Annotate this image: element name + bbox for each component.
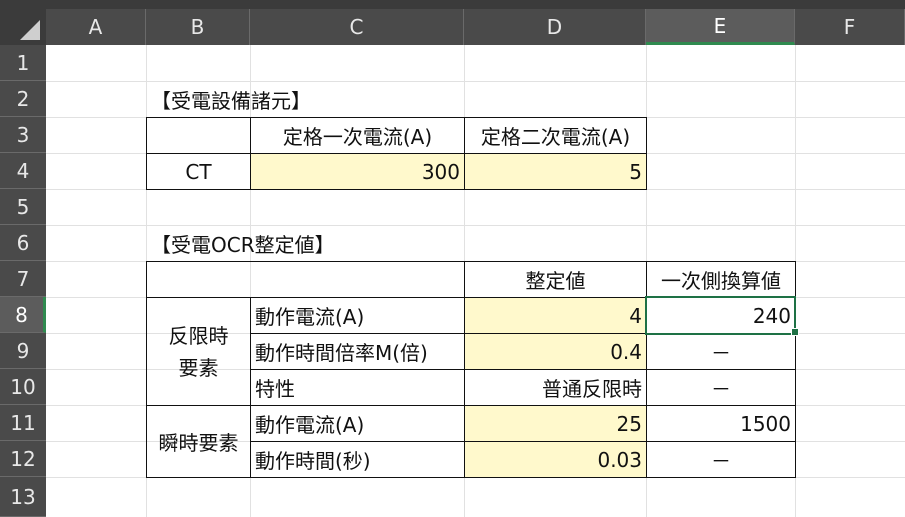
select-all-corner[interactable] (0, 9, 46, 45)
row-header-7[interactable]: 7 (0, 261, 46, 297)
row-header-13[interactable]: 13 (0, 477, 46, 517)
ocr-row-converted[interactable]: － (646, 369, 796, 406)
group-instantaneous[interactable]: 瞬時要素 (146, 405, 251, 478)
column-header-d[interactable]: D (464, 9, 646, 45)
ct-secondary-value[interactable]: 5 (464, 153, 647, 190)
ocr-row-label[interactable]: 動作時間倍率M(倍) (250, 333, 465, 370)
row-header-6[interactable]: 6 (0, 225, 46, 261)
row-header-2[interactable]: 2 (0, 81, 46, 117)
row-header-3[interactable]: 3 (0, 117, 46, 153)
ocr-header-setting[interactable]: 整定値 (464, 261, 647, 298)
ocr-row-converted[interactable]: － (646, 441, 796, 478)
ocr-header-converted[interactable]: 一次側換算値 (646, 261, 796, 298)
row-header-10[interactable]: 10 (0, 369, 46, 405)
ocr-row-setting[interactable]: 普通反限時 (464, 369, 647, 406)
row-header-8[interactable]: 8 (0, 297, 46, 333)
fill-handle[interactable] (791, 328, 799, 336)
group-inverse-time[interactable]: 反限時 要素 (146, 297, 251, 406)
ribbon-edge (0, 0, 905, 9)
ocr-row-label[interactable]: 特性 (250, 369, 465, 406)
ct-header-secondary[interactable]: 定格二次電流(A) (464, 117, 647, 154)
active-cell-border[interactable] (645, 296, 796, 335)
column-header-c[interactable]: C (250, 9, 464, 45)
column-header-e[interactable]: E (646, 9, 795, 45)
section-title-ocr[interactable]: 【受電OCR整定値】 (147, 226, 447, 261)
ocr-header-blank[interactable] (146, 261, 465, 298)
ocr-row-label[interactable]: 動作電流(A) (250, 297, 465, 334)
ct-header-primary[interactable]: 定格一次電流(A) (250, 117, 465, 154)
row-header-1[interactable]: 1 (0, 45, 46, 81)
group-inverse-line1: 反限時 (168, 323, 229, 348)
select-all-icon (20, 20, 40, 40)
row-header-4[interactable]: 4 (0, 153, 46, 189)
ocr-row-setting[interactable]: 25 (464, 405, 647, 442)
ct-table-corner-cell[interactable] (146, 117, 251, 154)
ocr-row-setting[interactable]: 0.4 (464, 333, 647, 370)
ocr-row-label[interactable]: 動作時間(秒) (250, 441, 465, 478)
ct-row-label[interactable]: CT (146, 153, 251, 190)
row-header-5[interactable]: 5 (0, 189, 46, 225)
column-header-b[interactable]: B (146, 9, 250, 45)
spreadsheet: A B C D E F 1 2 3 4 5 6 7 8 9 10 11 12 1… (0, 0, 905, 517)
ct-primary-value[interactable]: 300 (250, 153, 465, 190)
ocr-row-label[interactable]: 動作電流(A) (250, 405, 465, 442)
row-header-11[interactable]: 11 (0, 405, 46, 441)
group-inverse-line2: 要素 (178, 355, 219, 380)
column-header-a[interactable]: A (46, 9, 146, 45)
column-header-f[interactable]: F (795, 9, 905, 45)
ocr-row-setting[interactable]: 0.03 (464, 441, 647, 478)
ocr-row-converted[interactable]: － (646, 333, 796, 370)
section-title-equipment[interactable]: 【受電設備諸元】 (147, 82, 447, 117)
row-header-9[interactable]: 9 (0, 333, 46, 369)
ocr-row-setting[interactable]: 4 (464, 297, 647, 334)
row-header-12[interactable]: 12 (0, 441, 46, 477)
ocr-row-converted[interactable]: 1500 (646, 405, 796, 442)
